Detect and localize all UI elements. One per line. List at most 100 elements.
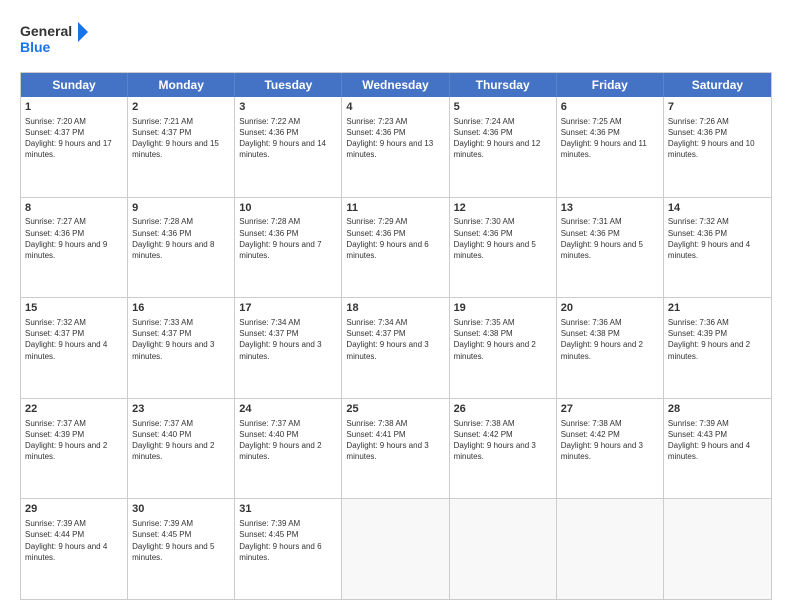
calendar-cell: 2Sunrise: 7:21 AMSunset: 4:37 PMDaylight… (128, 97, 235, 197)
calendar-cell: 26Sunrise: 7:38 AMSunset: 4:42 PMDayligh… (450, 399, 557, 499)
day-number: 8 (25, 201, 123, 216)
calendar-cell: 27Sunrise: 7:38 AMSunset: 4:42 PMDayligh… (557, 399, 664, 499)
header-day-thursday: Thursday (450, 73, 557, 97)
day-number: 13 (561, 201, 659, 216)
day-number: 5 (454, 100, 552, 115)
calendar-cell: 4Sunrise: 7:23 AMSunset: 4:36 PMDaylight… (342, 97, 449, 197)
day-number: 21 (668, 301, 767, 316)
day-number: 18 (346, 301, 444, 316)
calendar-cell: 30Sunrise: 7:39 AMSunset: 4:45 PMDayligh… (128, 499, 235, 599)
calendar-cell: 8Sunrise: 7:27 AMSunset: 4:36 PMDaylight… (21, 198, 128, 298)
cell-text: Sunrise: 7:28 AMSunset: 4:36 PMDaylight:… (239, 216, 337, 261)
calendar-cell: 22Sunrise: 7:37 AMSunset: 4:39 PMDayligh… (21, 399, 128, 499)
day-number: 31 (239, 502, 337, 517)
page: General Blue SundayMondayTuesdayWednesda… (0, 0, 792, 612)
calendar-cell: 14Sunrise: 7:32 AMSunset: 4:36 PMDayligh… (664, 198, 771, 298)
calendar-header: SundayMondayTuesdayWednesdayThursdayFrid… (21, 73, 771, 97)
cell-text: Sunrise: 7:29 AMSunset: 4:36 PMDaylight:… (346, 216, 444, 261)
cell-text: Sunrise: 7:33 AMSunset: 4:37 PMDaylight:… (132, 317, 230, 362)
cell-text: Sunrise: 7:39 AMSunset: 4:44 PMDaylight:… (25, 518, 123, 563)
calendar-cell: 29Sunrise: 7:39 AMSunset: 4:44 PMDayligh… (21, 499, 128, 599)
day-number: 17 (239, 301, 337, 316)
header-day-tuesday: Tuesday (235, 73, 342, 97)
calendar-cell: 11Sunrise: 7:29 AMSunset: 4:36 PMDayligh… (342, 198, 449, 298)
calendar-cell: 17Sunrise: 7:34 AMSunset: 4:37 PMDayligh… (235, 298, 342, 398)
calendar: SundayMondayTuesdayWednesdayThursdayFrid… (20, 72, 772, 600)
cell-text: Sunrise: 7:38 AMSunset: 4:42 PMDaylight:… (454, 418, 552, 463)
header-day-saturday: Saturday (664, 73, 771, 97)
day-number: 14 (668, 201, 767, 216)
day-number: 12 (454, 201, 552, 216)
calendar-cell: 5Sunrise: 7:24 AMSunset: 4:36 PMDaylight… (450, 97, 557, 197)
calendar-cell: 24Sunrise: 7:37 AMSunset: 4:40 PMDayligh… (235, 399, 342, 499)
day-number: 6 (561, 100, 659, 115)
header-day-friday: Friday (557, 73, 664, 97)
day-number: 20 (561, 301, 659, 316)
cell-text: Sunrise: 7:21 AMSunset: 4:37 PMDaylight:… (132, 116, 230, 161)
cell-text: Sunrise: 7:32 AMSunset: 4:36 PMDaylight:… (668, 216, 767, 261)
cell-text: Sunrise: 7:35 AMSunset: 4:38 PMDaylight:… (454, 317, 552, 362)
cell-text: Sunrise: 7:36 AMSunset: 4:38 PMDaylight:… (561, 317, 659, 362)
cell-text: Sunrise: 7:39 AMSunset: 4:43 PMDaylight:… (668, 418, 767, 463)
day-number: 29 (25, 502, 123, 517)
cell-text: Sunrise: 7:39 AMSunset: 4:45 PMDaylight:… (132, 518, 230, 563)
cell-text: Sunrise: 7:34 AMSunset: 4:37 PMDaylight:… (239, 317, 337, 362)
day-number: 27 (561, 402, 659, 417)
day-number: 1 (25, 100, 123, 115)
day-number: 23 (132, 402, 230, 417)
calendar-cell: 13Sunrise: 7:31 AMSunset: 4:36 PMDayligh… (557, 198, 664, 298)
cell-text: Sunrise: 7:23 AMSunset: 4:36 PMDaylight:… (346, 116, 444, 161)
calendar-cell: 1Sunrise: 7:20 AMSunset: 4:37 PMDaylight… (21, 97, 128, 197)
day-number: 4 (346, 100, 444, 115)
calendar-cell: 18Sunrise: 7:34 AMSunset: 4:37 PMDayligh… (342, 298, 449, 398)
day-number: 19 (454, 301, 552, 316)
calendar-cell: 3Sunrise: 7:22 AMSunset: 4:36 PMDaylight… (235, 97, 342, 197)
calendar-cell: 16Sunrise: 7:33 AMSunset: 4:37 PMDayligh… (128, 298, 235, 398)
calendar-body: 1Sunrise: 7:20 AMSunset: 4:37 PMDaylight… (21, 97, 771, 599)
cell-text: Sunrise: 7:32 AMSunset: 4:37 PMDaylight:… (25, 317, 123, 362)
cell-text: Sunrise: 7:30 AMSunset: 4:36 PMDaylight:… (454, 216, 552, 261)
cell-text: Sunrise: 7:31 AMSunset: 4:36 PMDaylight:… (561, 216, 659, 261)
cell-text: Sunrise: 7:37 AMSunset: 4:40 PMDaylight:… (132, 418, 230, 463)
svg-text:Blue: Blue (20, 39, 51, 55)
cell-text: Sunrise: 7:36 AMSunset: 4:39 PMDaylight:… (668, 317, 767, 362)
header-day-wednesday: Wednesday (342, 73, 449, 97)
calendar-cell: 7Sunrise: 7:26 AMSunset: 4:36 PMDaylight… (664, 97, 771, 197)
cell-text: Sunrise: 7:22 AMSunset: 4:36 PMDaylight:… (239, 116, 337, 161)
calendar-cell: 19Sunrise: 7:35 AMSunset: 4:38 PMDayligh… (450, 298, 557, 398)
day-number: 25 (346, 402, 444, 417)
calendar-cell: 15Sunrise: 7:32 AMSunset: 4:37 PMDayligh… (21, 298, 128, 398)
cell-text: Sunrise: 7:34 AMSunset: 4:37 PMDaylight:… (346, 317, 444, 362)
calendar-row-2: 8Sunrise: 7:27 AMSunset: 4:36 PMDaylight… (21, 197, 771, 298)
calendar-cell (450, 499, 557, 599)
cell-text: Sunrise: 7:37 AMSunset: 4:39 PMDaylight:… (25, 418, 123, 463)
header-day-monday: Monday (128, 73, 235, 97)
calendar-cell: 23Sunrise: 7:37 AMSunset: 4:40 PMDayligh… (128, 399, 235, 499)
logo: General Blue (20, 18, 90, 62)
day-number: 30 (132, 502, 230, 517)
calendar-row-1: 1Sunrise: 7:20 AMSunset: 4:37 PMDaylight… (21, 97, 771, 197)
day-number: 10 (239, 201, 337, 216)
calendar-cell (557, 499, 664, 599)
cell-text: Sunrise: 7:37 AMSunset: 4:40 PMDaylight:… (239, 418, 337, 463)
calendar-cell: 10Sunrise: 7:28 AMSunset: 4:36 PMDayligh… (235, 198, 342, 298)
cell-text: Sunrise: 7:28 AMSunset: 4:36 PMDaylight:… (132, 216, 230, 261)
calendar-cell: 25Sunrise: 7:38 AMSunset: 4:41 PMDayligh… (342, 399, 449, 499)
day-number: 24 (239, 402, 337, 417)
day-number: 7 (668, 100, 767, 115)
cell-text: Sunrise: 7:27 AMSunset: 4:36 PMDaylight:… (25, 216, 123, 261)
calendar-cell: 21Sunrise: 7:36 AMSunset: 4:39 PMDayligh… (664, 298, 771, 398)
day-number: 3 (239, 100, 337, 115)
svg-text:General: General (20, 23, 72, 39)
day-number: 2 (132, 100, 230, 115)
day-number: 9 (132, 201, 230, 216)
calendar-cell: 28Sunrise: 7:39 AMSunset: 4:43 PMDayligh… (664, 399, 771, 499)
logo-svg: General Blue (20, 18, 90, 62)
cell-text: Sunrise: 7:39 AMSunset: 4:45 PMDaylight:… (239, 518, 337, 563)
calendar-cell (664, 499, 771, 599)
day-number: 11 (346, 201, 444, 216)
day-number: 22 (25, 402, 123, 417)
day-number: 16 (132, 301, 230, 316)
calendar-row-5: 29Sunrise: 7:39 AMSunset: 4:44 PMDayligh… (21, 498, 771, 599)
calendar-cell: 9Sunrise: 7:28 AMSunset: 4:36 PMDaylight… (128, 198, 235, 298)
